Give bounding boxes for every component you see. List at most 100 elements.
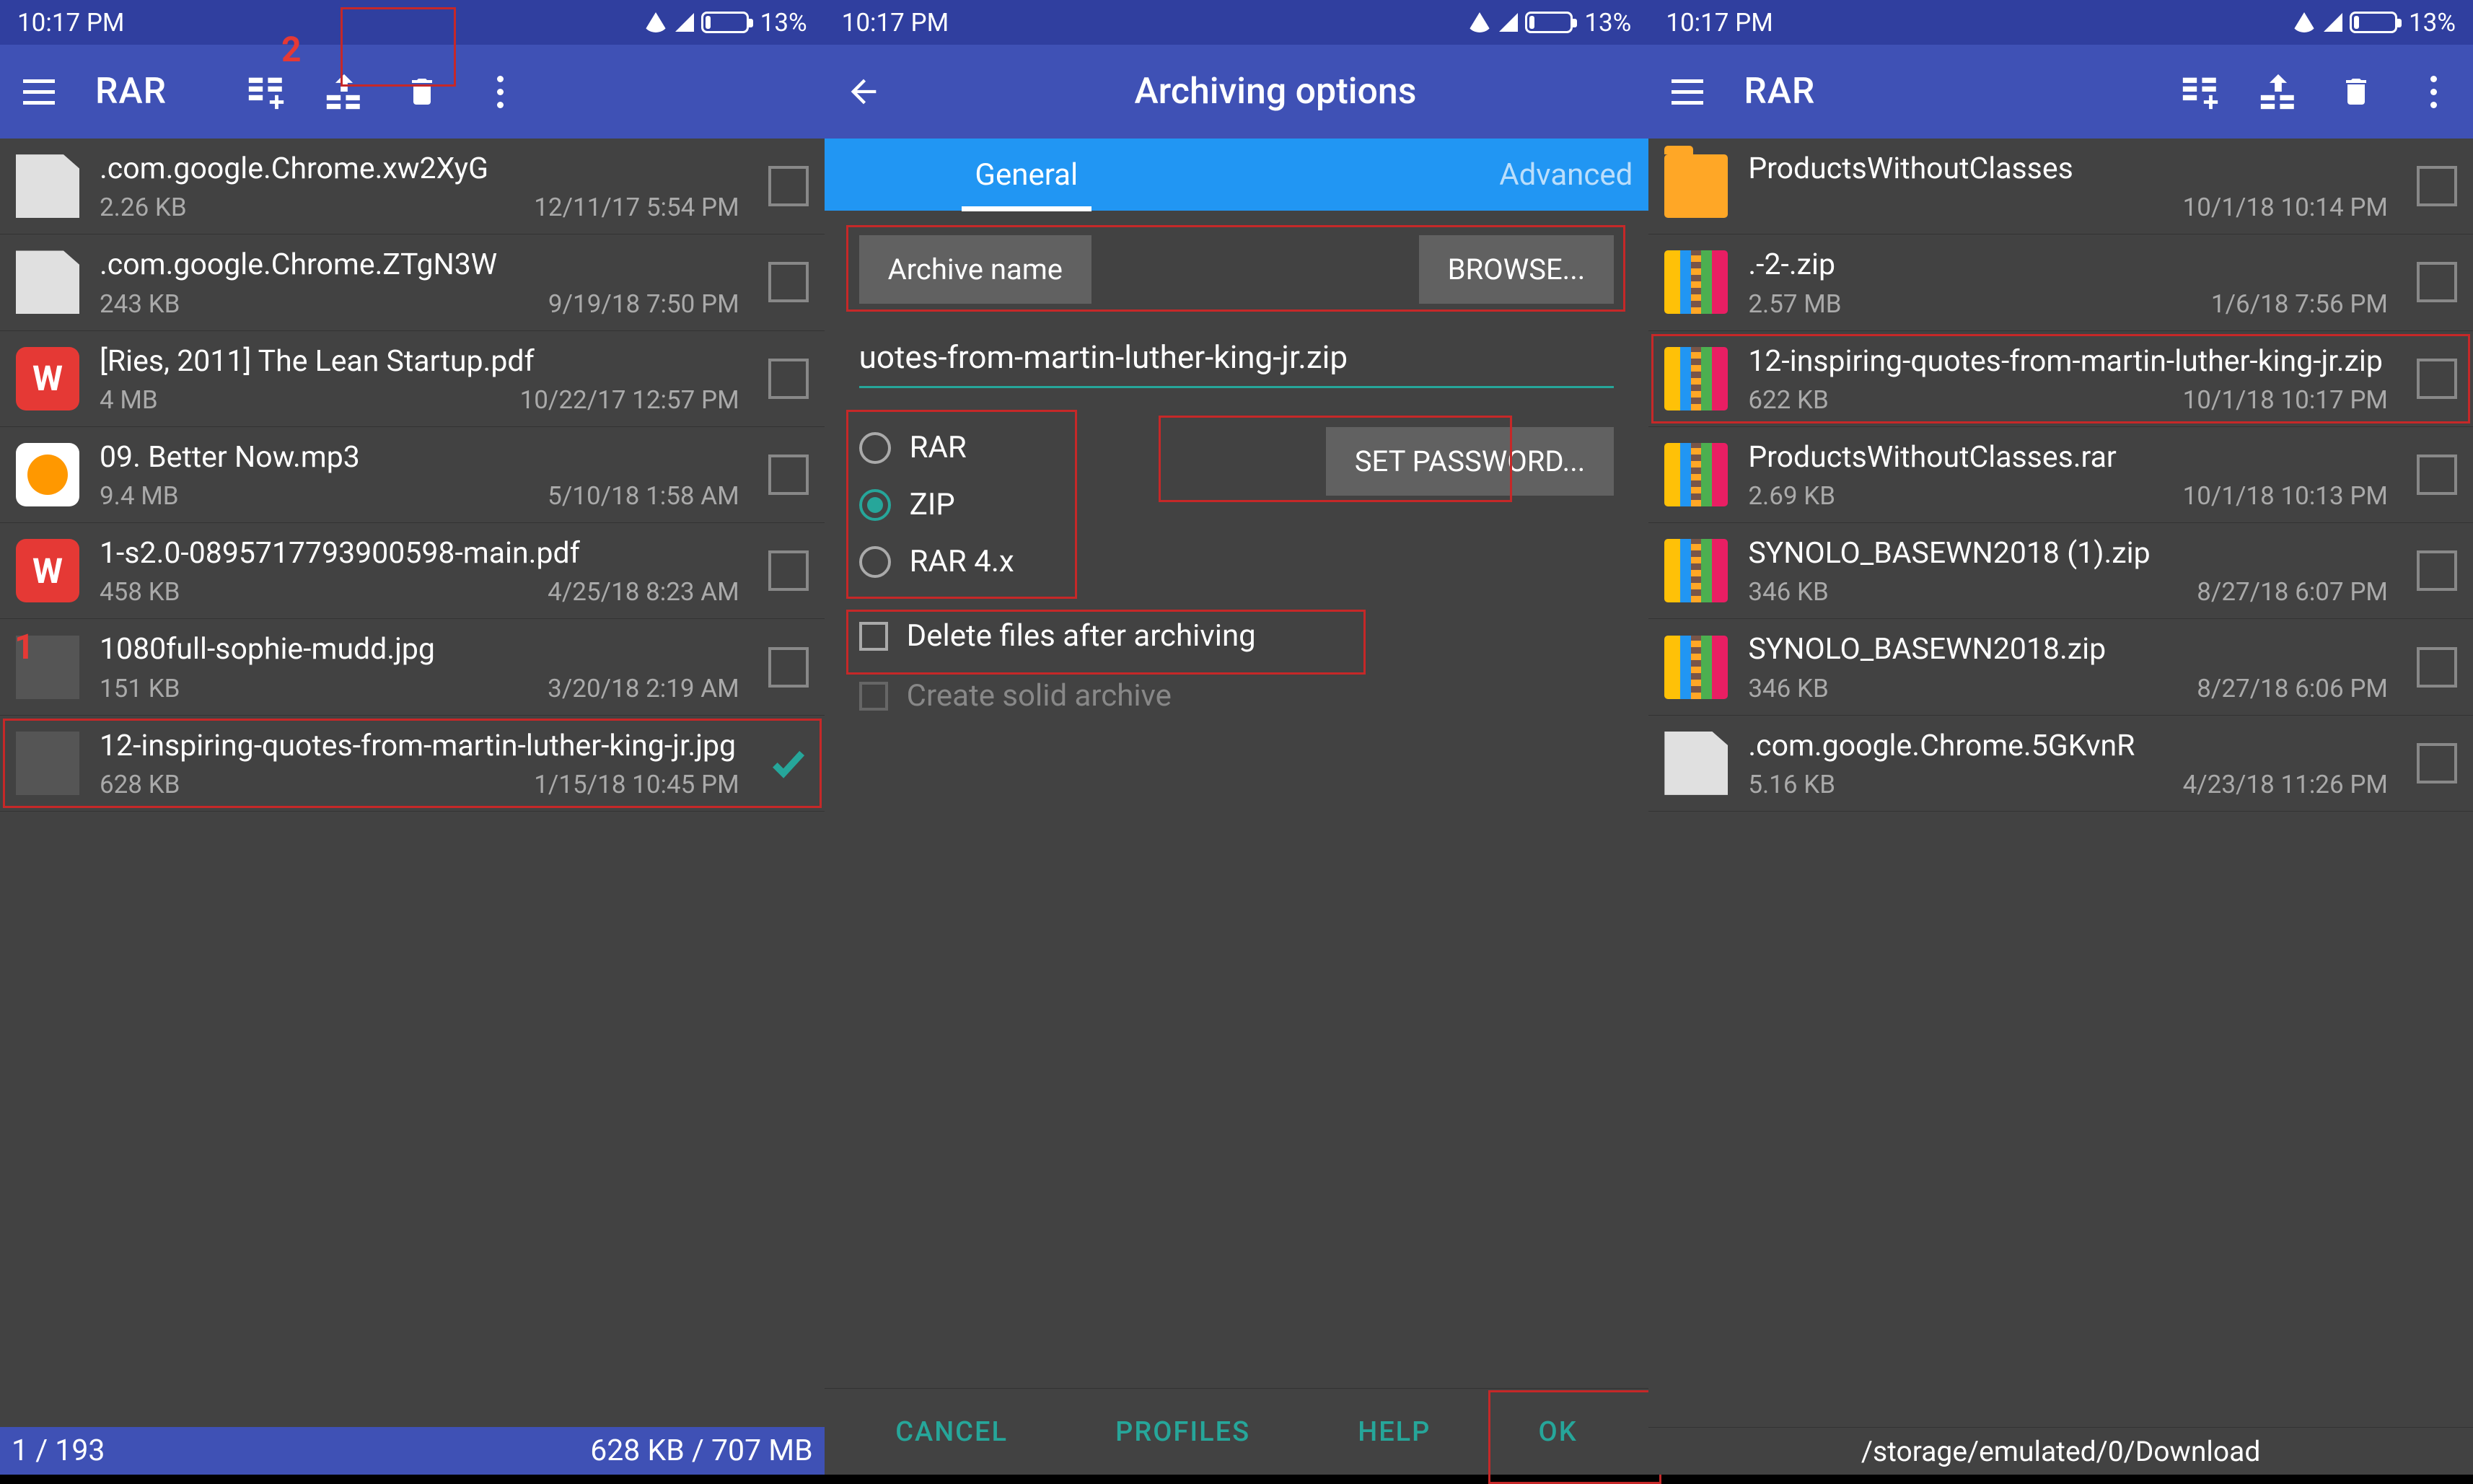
file-name: 1080full-sophie-mudd.jpg: [100, 631, 755, 669]
file-checkbox[interactable]: [2417, 647, 2457, 688]
screen-3-archive-result: 10:17 PM 13% RAR ProductsWithoutClasses1…: [1648, 0, 2473, 1475]
checkbox-solid-archive: Create solid archive: [859, 678, 1615, 714]
highlight-row: [3, 719, 822, 808]
overflow-menu-icon[interactable]: [2412, 70, 2456, 113]
file-checkbox[interactable]: [2417, 743, 2457, 783]
file-date: 9/19/18 7:50 PM: [548, 289, 739, 319]
tab-general[interactable]: General: [825, 139, 1229, 211]
file-checkbox[interactable]: [768, 550, 809, 591]
file-date: 10/1/18 10:13 PM: [2183, 481, 2388, 511]
battery-icon: [2350, 12, 2397, 33]
back-icon[interactable]: [842, 70, 885, 113]
menu-icon[interactable]: [1666, 70, 1709, 113]
profiles-button[interactable]: PROFILES: [1094, 1400, 1272, 1464]
file-row[interactable]: ProductsWithoutClasses.rar 2.69 KB 10/1/18…: [1648, 427, 2473, 523]
status-bar: 10:17 PM 13%: [1648, 0, 2473, 45]
file-checkbox[interactable]: [2417, 550, 2457, 591]
tab-advanced[interactable]: Advanced: [1229, 139, 1648, 211]
file-type-icon: [1664, 636, 1728, 699]
file-name: 1-s2.0-0895717793900598-main.pdf: [100, 535, 755, 573]
status-time: 10:17 PM: [842, 8, 949, 38]
file-checkbox[interactable]: [2417, 166, 2457, 206]
file-type-icon: [1664, 250, 1728, 314]
file-list[interactable]: .com.google.Chrome.xw2XyG2.26 KB12/11/17…: [0, 139, 825, 1427]
file-row[interactable]: ProductsWithoutClasses10/1/18 10:14 PM: [1648, 139, 2473, 234]
app-bar: RAR: [1648, 45, 2473, 139]
file-size: 2.69 KB: [1748, 481, 1835, 511]
file-row[interactable]: 11080full-sophie-mudd.jpg151 KB3/20/18 2…: [0, 619, 825, 715]
file-list[interactable]: ProductsWithoutClasses10/1/18 10:14 PM .-…: [1648, 139, 2473, 1427]
file-row[interactable]: 12-inspiring-quotes-from-martin-luther-k…: [1648, 331, 2473, 427]
file-name: ProductsWithoutClasses.rar: [1748, 439, 2404, 477]
file-name: ProductsWithoutClasses: [1748, 150, 2404, 188]
file-checkbox[interactable]: [768, 359, 809, 399]
file-name: .-2-.zip: [1748, 246, 2404, 284]
highlight-row: [1651, 334, 2470, 423]
file-type-icon: [16, 250, 79, 314]
extract-archive-icon[interactable]: [2257, 70, 2300, 113]
file-row[interactable]: SYNOLO_BASEWN2018 (1).zip346 KB8/27/18 6…: [1648, 523, 2473, 619]
selection-size: 628 KB / 707 MB: [590, 1433, 812, 1468]
signal-icon: [675, 13, 694, 32]
menu-icon[interactable]: [17, 70, 61, 113]
file-size: 243 KB: [100, 289, 180, 319]
annotation-2: 2: [281, 29, 302, 70]
file-date: 5/10/18 1:58 AM: [548, 481, 739, 511]
file-size: 2.57 MB: [1748, 289, 1841, 319]
path-footer: /storage/emulated/0/Download: [1648, 1427, 2473, 1475]
signal-icon: [2324, 13, 2342, 32]
file-checkbox[interactable]: [2417, 455, 2457, 495]
add-archive-icon[interactable]: [245, 70, 288, 113]
file-checkbox[interactable]: [768, 455, 809, 495]
delete-icon[interactable]: [2334, 70, 2378, 113]
file-date: 12/11/17 5:54 PM: [534, 193, 739, 222]
file-type-icon: W: [16, 539, 79, 602]
file-size: 346 KB: [1748, 577, 1828, 607]
file-checkbox[interactable]: [768, 166, 809, 206]
overflow-menu-icon[interactable]: [478, 70, 522, 113]
file-type-icon: [1664, 154, 1728, 218]
file-row[interactable]: SYNOLO_BASEWN2018.zip346 KB8/27/18 6:06 …: [1648, 619, 2473, 715]
selection-footer: 1 / 193 628 KB / 707 MB: [0, 1427, 825, 1475]
file-row[interactable]: W 1-s2.0-0895717793900598-main.pdf 458 KB 4…: [0, 523, 825, 619]
file-row[interactable]: W[Ries, 2011] The Lean Startup.pdf4 MB10…: [0, 331, 825, 427]
wifi-icon: [2292, 12, 2316, 32]
file-row[interactable]: .com.google.Chrome.ZTgN3W243 KB9/19/18 7…: [0, 234, 825, 330]
archive-filename-input[interactable]: [859, 328, 1615, 388]
file-size: 346 KB: [1748, 674, 1828, 703]
cancel-button[interactable]: CANCEL: [874, 1400, 1029, 1464]
file-checkbox[interactable]: [768, 647, 809, 688]
file-date: 8/27/18 6:07 PM: [2197, 577, 2388, 607]
highlight-format: [846, 410, 1077, 599]
file-size: 151 KB: [100, 674, 180, 703]
bottom-actions: CANCEL PROFILES HELP OK: [825, 1388, 1649, 1475]
file-date: 3/20/18 2:19 AM: [548, 674, 739, 703]
add-archive-icon[interactable]: [2179, 70, 2222, 113]
file-row[interactable]: .-2-.zip2.57 MB1/6/18 7:56 PM: [1648, 234, 2473, 330]
file-type-icon: [1664, 732, 1728, 795]
wifi-icon: [1467, 12, 1492, 32]
file-row[interactable]: 12-inspiring-quotes-from-martin-luther-k…: [0, 716, 825, 812]
file-size: 458 KB: [100, 577, 180, 607]
file-type-icon: [1664, 539, 1728, 602]
file-name: [Ries, 2011] The Lean Startup.pdf: [100, 343, 755, 381]
app-bar: RAR 2: [0, 45, 825, 139]
file-type-icon: [1664, 347, 1728, 410]
file-checkbox[interactable]: [2417, 262, 2457, 302]
screen-2-archiving-options: 10:17 PM 13% Archiving options General A…: [825, 0, 1649, 1475]
status-time: 10:17 PM: [1666, 8, 1773, 38]
status-bar: 10:17 PM 13%: [825, 0, 1649, 45]
highlight-password: [1159, 416, 1512, 502]
file-row[interactable]: .com.google.Chrome.5GKvnR5.16 KB4/23/18 …: [1648, 716, 2473, 812]
help-button[interactable]: HELP: [1336, 1400, 1452, 1464]
options-content: Archive name BROWSE... RAR ZIP RAR 4.x S…: [825, 211, 1649, 1388]
file-type-icon: [1664, 443, 1728, 506]
file-row[interactable]: 09. Better Now.mp39.4 MB5/10/18 1:58 AM: [0, 427, 825, 523]
signal-icon: [1499, 13, 1518, 32]
battery-icon: [1525, 12, 1573, 33]
file-checkbox[interactable]: [768, 262, 809, 302]
file-row[interactable]: .com.google.Chrome.xw2XyG2.26 KB12/11/17…: [0, 139, 825, 234]
screen-1-file-list: 10:17 PM 13% RAR 2 .com.google.Chrome.xw…: [0, 0, 825, 1475]
file-date: 4/25/18 8:23 AM: [548, 577, 739, 607]
file-name: .com.google.Chrome.5GKvnR: [1748, 727, 2404, 765]
